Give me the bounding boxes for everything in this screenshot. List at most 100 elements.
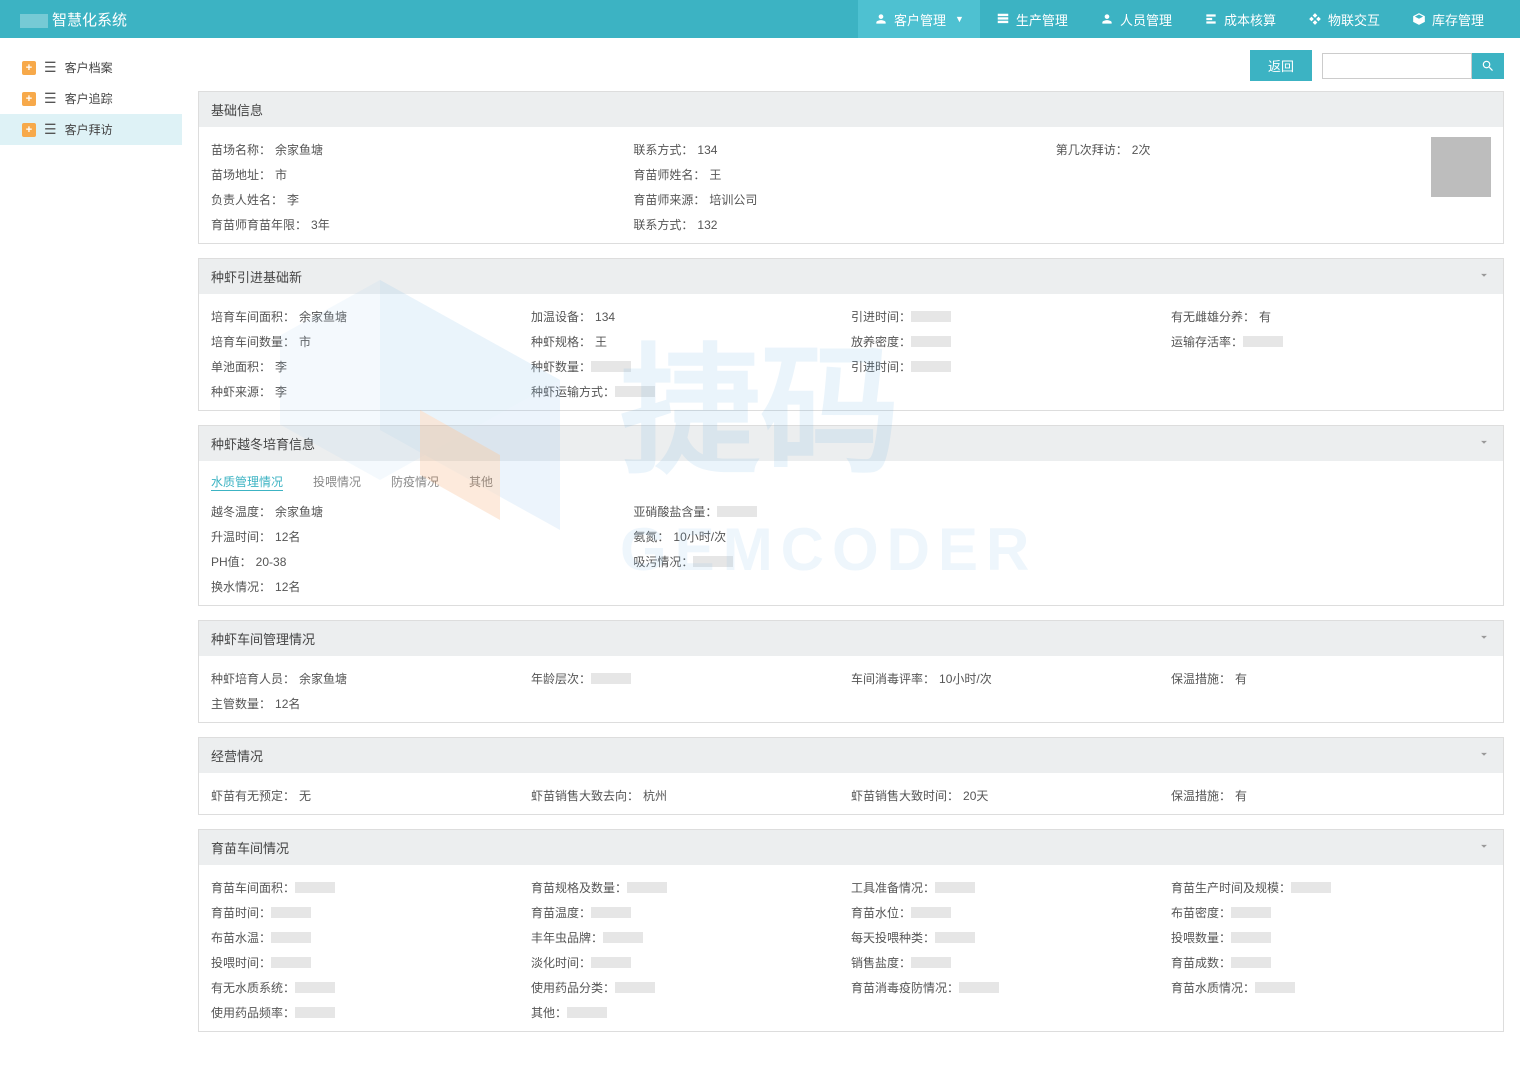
field: 苗场名称：余家鱼塘	[211, 137, 633, 162]
field-label: 第几次拜访：	[1056, 141, 1128, 158]
panel-header[interactable]: 经营情况	[199, 738, 1503, 773]
field: 种虾来源：李	[211, 379, 531, 404]
panel-header[interactable]: 基础信息	[199, 92, 1503, 127]
field-value-redacted	[911, 907, 951, 918]
panel-header[interactable]: 种虾越冬培育信息	[199, 426, 1503, 461]
field: 保温措施：有	[1171, 783, 1491, 808]
panel-header[interactable]: 种虾引进基础新	[199, 259, 1503, 294]
field-label: 种虾来源：	[211, 383, 271, 400]
sidebar-item-0[interactable]: +☰客户档案	[0, 52, 182, 83]
panel-title: 基础信息	[211, 100, 263, 119]
field: 种虾规格：王	[531, 329, 851, 354]
field-value: 2次	[1132, 141, 1151, 158]
field-value: 余家鱼塘	[275, 141, 323, 158]
sidebar-item-1[interactable]: +☰客户追踪	[0, 83, 182, 114]
field: 虾苗销售大致去向：杭州	[531, 783, 851, 808]
subtab-3[interactable]: 其他	[469, 473, 493, 491]
field-label: 放养密度：	[851, 333, 911, 350]
field: 使用药品分类：	[531, 975, 851, 1000]
field-value: 李	[275, 358, 287, 375]
panel: 种虾越冬培育信息水质管理情况 投喂情况 防疫情况 其他越冬温度：余家鱼塘升温时间：12…	[198, 425, 1504, 606]
expand-icon: +	[22, 61, 36, 75]
panel-body: 苗场名称：余家鱼塘苗场地址：市负责人姓名：李育苗师育苗年限：3年联系方式：134…	[199, 127, 1503, 243]
field-label: 育苗水位：	[851, 904, 911, 921]
field-value: 无	[299, 787, 311, 804]
field-label: 吸污情况：	[633, 553, 693, 570]
field-value-redacted	[271, 907, 311, 918]
field-value-redacted	[1231, 932, 1271, 943]
field-label: 育苗师姓名：	[633, 166, 705, 183]
field-value-redacted	[615, 386, 655, 397]
subtab-0[interactable]: 水质管理情况	[211, 473, 283, 491]
field: 育苗水位：	[851, 900, 1171, 925]
field-label: 运输存活率：	[1171, 333, 1243, 350]
nav-item-4[interactable]: 物联交互	[1292, 0, 1396, 38]
field-value: 余家鱼塘	[299, 670, 347, 687]
nav-icon	[874, 12, 888, 26]
search-input[interactable]	[1322, 53, 1472, 79]
field: 引进时间：	[851, 304, 1171, 329]
field: 培育车间面积：余家鱼塘	[211, 304, 531, 329]
field: 越冬温度：余家鱼塘	[211, 499, 633, 524]
field-label: 单池面积：	[211, 358, 271, 375]
panel: 种虾引进基础新培育车间面积：余家鱼塘培育车间数量：市单池面积：李种虾来源：李加温…	[198, 258, 1504, 411]
panel: 基础信息苗场名称：余家鱼塘苗场地址：市负责人姓名：李育苗师育苗年限：3年联系方式…	[198, 91, 1504, 244]
panel: 经营情况虾苗有无预定：无虾苗销售大致去向：杭州虾苗销售大致时间：20天保温措施：…	[198, 737, 1504, 815]
field-value-redacted	[693, 556, 733, 567]
field: 育苗车间面积：	[211, 875, 531, 900]
field-value: 12名	[275, 695, 300, 712]
field-value-redacted	[591, 673, 631, 684]
field-label: 苗场名称：	[211, 141, 271, 158]
field-label: 年龄层次：	[531, 670, 591, 687]
field: 布苗密度：	[1171, 900, 1491, 925]
sidebar: +☰客户档案+☰客户追踪+☰客户拜访	[0, 38, 182, 1076]
field-value: 培训公司	[709, 191, 757, 208]
panel-header[interactable]: 育苗车间情况	[199, 830, 1503, 865]
sidebar-item-2[interactable]: +☰客户拜访	[0, 114, 182, 145]
field: 种虾培育人员：余家鱼塘	[211, 666, 531, 691]
image-thumbnail[interactable]	[1431, 137, 1491, 197]
field-value: 20天	[963, 787, 988, 804]
field-label: 育苗师育苗年限：	[211, 216, 307, 233]
nav-item-0[interactable]: 客户管理▼	[858, 0, 980, 38]
field-value-redacted	[911, 311, 951, 322]
nav-label: 成本核算	[1224, 10, 1276, 29]
field: 育苗师姓名：王	[633, 162, 1055, 187]
nav-item-3[interactable]: 成本核算	[1188, 0, 1292, 38]
field-value: 12名	[275, 528, 300, 545]
field: 吸污情况：	[633, 549, 1055, 574]
field-value: 3年	[311, 216, 330, 233]
field-value: 有	[1235, 787, 1247, 804]
nav-item-2[interactable]: 人员管理	[1084, 0, 1188, 38]
field: 加温设备：134	[531, 304, 851, 329]
subtab-1[interactable]: 投喂情况	[313, 473, 361, 491]
field: 育苗时间：	[211, 900, 531, 925]
sidebar-label: 客户拜访	[65, 121, 113, 138]
nav-item-1[interactable]: 生产管理	[980, 0, 1084, 38]
nav-label: 物联交互	[1328, 10, 1380, 29]
field-label: 越冬温度：	[211, 503, 271, 520]
field-value-redacted	[911, 361, 951, 372]
subtab-2[interactable]: 防疫情况	[391, 473, 439, 491]
topbar: 智慧化系统 客户管理▼生产管理人员管理成本核算物联交互库存管理	[0, 0, 1520, 38]
search-button[interactable]	[1472, 53, 1504, 79]
field-label: PH值：	[211, 553, 252, 570]
field-value-redacted	[271, 932, 311, 943]
field: 放养密度：	[851, 329, 1171, 354]
field: 年龄层次：	[531, 666, 851, 691]
field-label: 种虾培育人员：	[211, 670, 295, 687]
field-value: 市	[275, 166, 287, 183]
nav-item-5[interactable]: 库存管理	[1396, 0, 1500, 38]
search-icon	[1481, 59, 1495, 73]
field: 布苗水温：	[211, 925, 531, 950]
field-value-redacted	[959, 982, 999, 993]
field-label: 升温时间：	[211, 528, 271, 545]
panel-header[interactable]: 种虾车间管理情况	[199, 621, 1503, 656]
field-label: 负责人姓名：	[211, 191, 283, 208]
field-label: 布苗密度：	[1171, 904, 1231, 921]
field-value-redacted	[627, 882, 667, 893]
field-label: 保温措施：	[1171, 670, 1231, 687]
back-button[interactable]: 返回	[1250, 50, 1312, 81]
panel-title: 种虾引进基础新	[211, 267, 302, 286]
field: 主管数量：12名	[211, 691, 531, 716]
